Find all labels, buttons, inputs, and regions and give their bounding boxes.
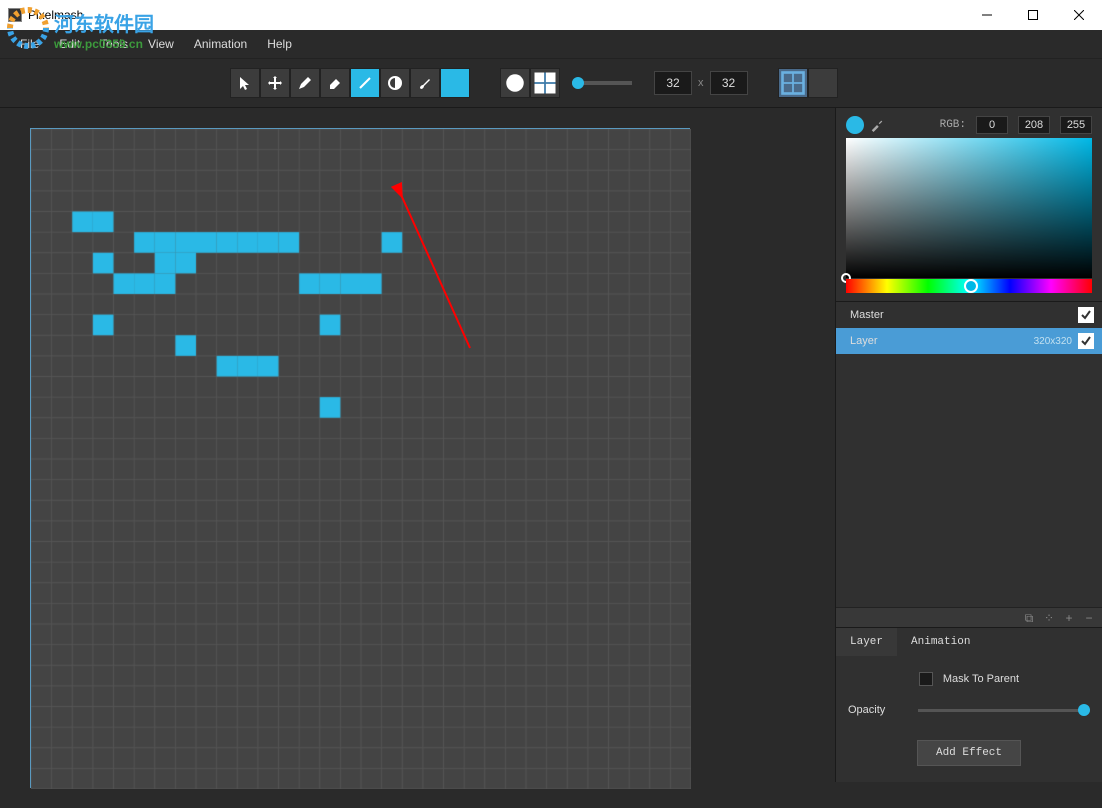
- menubar: File Edit Tools View Animation Help: [0, 30, 1102, 58]
- master-visible-checkbox[interactable]: [1078, 307, 1094, 323]
- canvas-width-input[interactable]: [654, 71, 692, 95]
- grid-toggle-group: [778, 68, 838, 98]
- opacity-row: Opacity: [848, 704, 1090, 716]
- hue-cursor[interactable]: [964, 279, 978, 293]
- eraser-tool[interactable]: [320, 68, 350, 98]
- side-panel: RGB: Master Layer 320x320 ⧉ ⁘ +: [835, 108, 1102, 782]
- grid-off[interactable]: [808, 68, 838, 98]
- pixel-canvas-wrap[interactable]: [30, 128, 690, 788]
- opacity-label: Opacity: [848, 704, 918, 716]
- brush-tool[interactable]: [410, 68, 440, 98]
- layer-tools: ⧉ ⁘ + −: [836, 607, 1102, 627]
- remove-layer-icon[interactable]: −: [1082, 611, 1096, 625]
- brush-square[interactable]: [530, 68, 560, 98]
- hue-slider[interactable]: [846, 279, 1092, 293]
- tab-animation[interactable]: Animation: [897, 628, 984, 656]
- layer-label: Layer: [844, 335, 1034, 347]
- opacity-slider[interactable]: [918, 709, 1090, 712]
- mask-label: Mask To Parent: [943, 673, 1019, 685]
- canvas-area[interactable]: [0, 108, 835, 782]
- saturation-value-box[interactable]: [846, 138, 1092, 278]
- properties-body: Mask To Parent Opacity Add Effect: [836, 656, 1102, 782]
- master-layer-row[interactable]: Master: [836, 302, 1102, 328]
- rgb-g-input[interactable]: [1018, 116, 1050, 134]
- app-title: Pixelmash: [28, 8, 83, 22]
- properties-tabs: Layer Animation: [836, 627, 1102, 656]
- brush-circle[interactable]: [500, 68, 530, 98]
- merge-layer-icon[interactable]: ⁘: [1042, 611, 1056, 625]
- layer-row[interactable]: Layer 320x320: [836, 328, 1102, 354]
- toolbar: x: [0, 58, 1102, 108]
- tab-layer[interactable]: Layer: [836, 628, 897, 656]
- maximize-button[interactable]: [1010, 0, 1056, 30]
- menu-view[interactable]: View: [138, 33, 184, 55]
- color-swatch[interactable]: [440, 68, 470, 98]
- canvas-height-input[interactable]: [710, 71, 748, 95]
- tool-group: [230, 68, 470, 98]
- pencil-tool[interactable]: [290, 68, 320, 98]
- current-color-swatch[interactable]: [846, 116, 864, 134]
- window-controls: [964, 0, 1102, 30]
- move-tool[interactable]: [260, 68, 290, 98]
- layers-panel: Master Layer 320x320: [836, 301, 1102, 354]
- menu-file[interactable]: File: [10, 33, 49, 55]
- color-picker: RGB:: [836, 108, 1102, 301]
- minimize-button[interactable]: [964, 0, 1010, 30]
- pixel-canvas[interactable]: [31, 129, 691, 789]
- pointer-tool[interactable]: [230, 68, 260, 98]
- duplicate-layer-icon[interactable]: ⧉: [1022, 611, 1036, 625]
- menu-help[interactable]: Help: [257, 33, 302, 55]
- master-layer-label: Master: [844, 309, 1072, 321]
- menu-animation[interactable]: Animation: [184, 33, 257, 55]
- add-effect-button[interactable]: Add Effect: [917, 740, 1021, 766]
- mask-checkbox[interactable]: [919, 672, 933, 686]
- add-layer-icon[interactable]: +: [1062, 611, 1076, 625]
- menu-edit[interactable]: Edit: [49, 33, 90, 55]
- layer-visible-checkbox[interactable]: [1078, 333, 1094, 349]
- app-icon: [8, 8, 22, 22]
- opacity-thumb[interactable]: [1078, 704, 1090, 716]
- grid-on[interactable]: [778, 68, 808, 98]
- slider-thumb[interactable]: [572, 77, 584, 89]
- rgb-r-input[interactable]: [976, 116, 1008, 134]
- brush-size-slider[interactable]: [572, 81, 632, 85]
- titlebar: Pixelmash: [0, 0, 1102, 30]
- rgb-label: RGB:: [940, 119, 966, 131]
- size-separator: x: [698, 77, 704, 89]
- eyedropper-icon[interactable]: [870, 118, 884, 132]
- canvas-size-group: x: [654, 71, 748, 95]
- main-area: RGB: Master Layer 320x320 ⧉ ⁘ +: [0, 108, 1102, 782]
- close-button[interactable]: [1056, 0, 1102, 30]
- brush-group: [500, 68, 644, 98]
- bucket-tool[interactable]: [380, 68, 410, 98]
- menu-tools[interactable]: Tools: [90, 33, 138, 55]
- layer-size: 320x320: [1034, 336, 1072, 347]
- line-tool[interactable]: [350, 68, 380, 98]
- rgb-b-input[interactable]: [1060, 116, 1092, 134]
- mask-to-parent-row: Mask To Parent: [848, 672, 1090, 686]
